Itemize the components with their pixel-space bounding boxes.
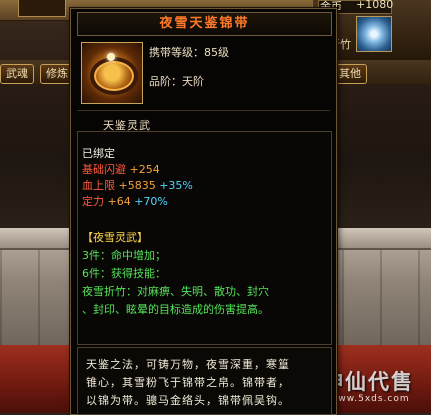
stat-bonus: +35% [159, 179, 193, 192]
top-frame-icon [18, 0, 66, 17]
stat-value: +5835 [118, 179, 156, 192]
flavor-text-line: 以锦为带。骢马金络头，锦带佩吴钩。 [86, 394, 290, 407]
belt-band [90, 57, 138, 95]
bound-status: 已绑定 [82, 147, 115, 160]
item-tooltip: 夜雪天鉴锦带 携带等级：85级 品阶：天阶 天鉴灵武 已绑定 基础闪避 +254… [70, 8, 337, 415]
tab-wuhun[interactable]: 武魂 [0, 64, 34, 84]
belt-gem [107, 53, 115, 61]
belt-item-icon [81, 42, 143, 104]
gold-value: +1080 [356, 0, 394, 11]
stat-row: 基础闪避 +254 [82, 161, 160, 177]
stat-name: 基础闪避 [82, 163, 126, 176]
divider [77, 110, 330, 111]
set-bonus-3: 3件：命中增加； [82, 249, 166, 262]
stats-box: 已绑定 基础闪避 +254 血上限 +5835 +35% 定力 +64 +70%… [77, 131, 332, 345]
stat-value: +254 [129, 163, 160, 176]
level-requirement: 携带等级：85级 [149, 46, 229, 59]
flavor-text-line: 锥心，其雪粉飞于锦带之帛。锦带者， [86, 376, 290, 389]
stat-bonus: +70% [134, 195, 168, 208]
set-bonus-title: 【夜雪灵武】 [82, 231, 148, 244]
skill-description: 夜雪折竹：对麻痹、失明、散功、封穴 [82, 285, 269, 298]
watermark-url: www.5xds.com [330, 394, 410, 404]
stat-name: 定力 [82, 195, 104, 208]
set-bonus-6: 6件：获得技能： [82, 267, 166, 280]
item-grade: 品阶：天阶 [149, 75, 204, 88]
stat-row: 血上限 +5835 +35% [82, 177, 193, 193]
tab-qita[interactable]: 其他 [333, 64, 367, 84]
stat-name: 血上限 [82, 179, 115, 192]
tab-xiulian[interactable]: 修炼 [40, 64, 74, 84]
stat-value: +64 [107, 195, 131, 208]
stat-row: 定力 +64 +70% [82, 193, 168, 209]
flavor-text-line: 天鉴之法，可铸万物，夜雪深重，寒篁 [86, 358, 290, 371]
flavor-text-box: 天鉴之法，可铸万物，夜雪深重，寒篁 锥心，其雪粉飞于锦带之帛。锦带者， 以锦为带… [77, 347, 332, 415]
skill-description: 、封印、眩晕的目标造成的伤害提高。 [82, 303, 269, 316]
item-title: 夜雪天鉴锦带 [77, 12, 332, 36]
snow-skill-icon[interactable] [356, 16, 392, 52]
